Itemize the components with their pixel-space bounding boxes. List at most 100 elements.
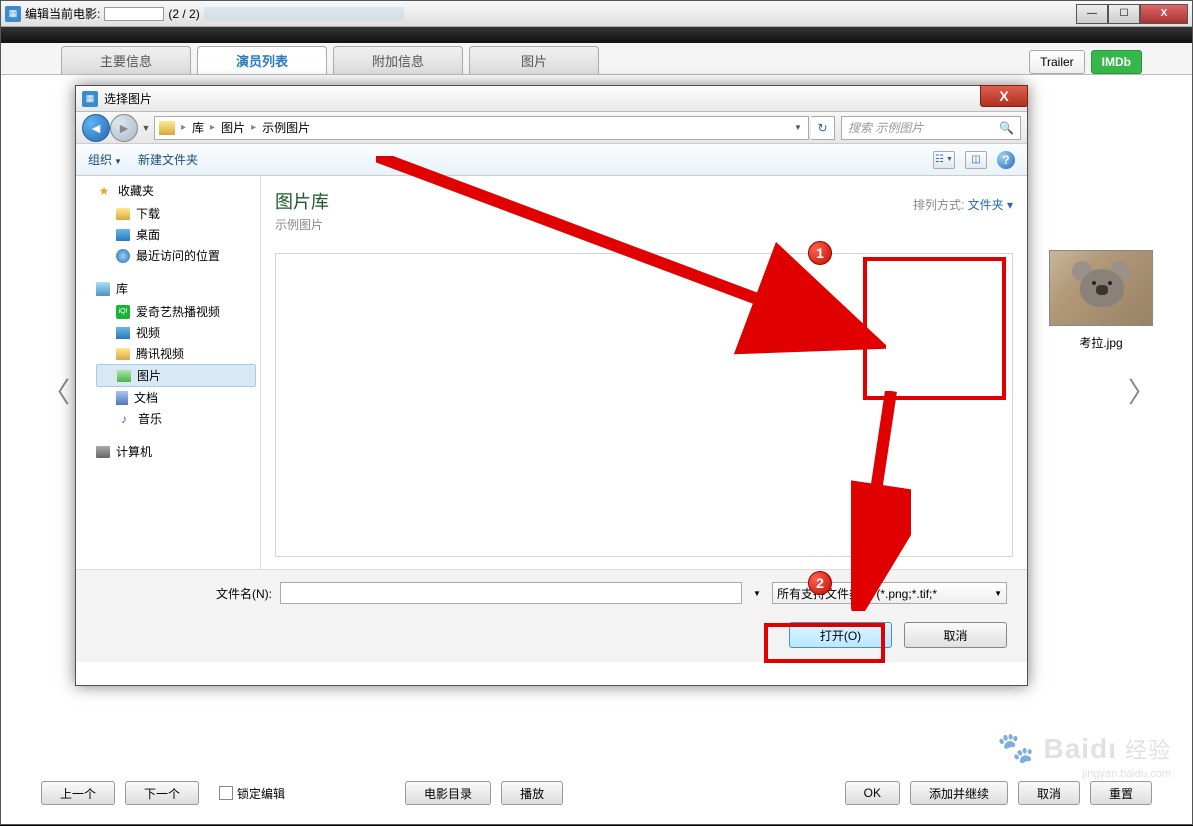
sidebar-recent[interactable]: 最近访问的位置 [96,245,256,266]
breadcrumb-sep: ▸ [181,122,186,133]
watermark: 🐾 Baidı 经验 jingyan.baidu.com [997,731,1171,766]
lock-edit-checkbox[interactable] [219,786,233,800]
maximize-button[interactable]: ☐ [1108,4,1140,24]
search-icon: 🔍 [999,121,1014,135]
title-blur [204,7,404,21]
new-folder-button[interactable]: 新建文件夹 [138,151,198,168]
dialog-bottom: 文件名(N): ▼ 所有支持文件类型 (*.png;*.tif;*▼ 打开(O)… [76,569,1027,662]
lock-edit-label: 锁定编辑 [237,785,285,802]
dark-strip [1,27,1192,43]
title-blank-field [104,7,164,21]
sidebar: ★收藏夹 下载 桌面 最近访问的位置 库 iQI爱奇艺热播视频 视频 腾讯视频 … [76,176,261,569]
imdb-button[interactable]: IMDb [1091,50,1142,74]
sidebar-downloads[interactable]: 下载 [96,203,256,224]
play-button[interactable]: 播放 [501,781,563,805]
tab-actor-list[interactable]: 演员列表 [197,46,327,74]
sidebar-favorites[interactable]: ★收藏夹 [96,182,256,199]
sidebar-tencent[interactable]: 腾讯视频 [96,343,256,364]
next-button[interactable]: 下一个 [125,781,199,805]
sidebar-iqiyi[interactable]: iQI爱奇艺热播视频 [96,301,256,322]
filename-input[interactable] [280,582,742,604]
filename-label: 文件名(N): [216,585,272,602]
open-button[interactable]: 打开(O) [789,622,892,648]
window-controls: — ☐ X [1076,4,1188,24]
movie-dir-button[interactable]: 电影目录 [405,781,491,805]
sidebar-music[interactable]: ♪音乐 [96,408,256,429]
dialog-close-button[interactable]: X [980,85,1028,107]
folder-icon [159,121,175,135]
dialog-body: ★收藏夹 下载 桌面 最近访问的位置 库 iQI爱奇艺热播视频 视频 腾讯视频 … [76,176,1027,569]
nav-row: ◄ ► ▼ ▸ 库 ▸ 图片 ▸ 示例图片 ▼ ↻ 搜索 示例图片 🔍 [76,112,1027,144]
sort-row: 排列方式: 文件夹 ▾ [913,196,1013,213]
search-input[interactable]: 搜索 示例图片 🔍 [841,116,1021,140]
cancel-button[interactable]: 取消 [1018,781,1080,805]
nav-arrows: ◄ ► [82,114,138,142]
action-row: 打开(O) 取消 [216,622,1007,648]
bottom-bar: 上一个 下一个 锁定编辑 电影目录 播放 OK 添加并继续 取消 重置 [41,780,1152,806]
toolbar: 组织▼ 新建文件夹 ☷ ▼ ◫ ? [76,144,1027,176]
breadcrumb-sample[interactable]: 示例图片 [262,119,310,136]
sidebar-pictures[interactable]: 图片 [96,364,256,387]
window-title-prefix: 编辑当前电影: [25,5,100,22]
breadcrumb-sep: ▸ [251,122,256,133]
nav-forward-button[interactable]: ► [110,114,138,142]
ok-button[interactable]: OK [845,781,900,805]
address-dropdown[interactable]: ▼ [792,123,804,132]
sort-label: 排列方式: [913,198,964,212]
file-dialog: ▦ 选择图片 X ◄ ► ▼ ▸ 库 ▸ 图片 ▸ 示例图片 ▼ ↻ 搜索 示例… [75,85,1028,686]
sort-dropdown[interactable]: 文件夹 ▾ [968,198,1013,212]
preview-pane-button[interactable]: ◫ [965,151,987,169]
dialog-icon: ▦ [82,91,98,107]
watermark-exp: 经验 [1125,733,1171,765]
breadcrumb-lib[interactable]: 库 [192,119,204,136]
toolbar-right: ☷ ▼ ◫ ? [933,151,1015,169]
lock-edit-group: 锁定编辑 [219,785,285,802]
file-viewer[interactable]: 考拉.jpg [275,253,1013,557]
close-button[interactable]: X [1140,4,1188,24]
file-thumbnail [1049,250,1153,326]
trailer-button[interactable]: Trailer [1029,50,1085,74]
main-panel: 图片库 示例图片 排列方式: 文件夹 ▾ 考拉.jpg [261,176,1027,569]
library-subtitle: 示例图片 [275,216,1013,233]
outer-titlebar: ▦ 编辑当前电影: (2 / 2) — ☐ X [1,1,1192,27]
help-button[interactable]: ? [997,151,1015,169]
breadcrumb-pics[interactable]: 图片 [221,119,245,136]
annotation-badge-2: 2 [808,571,832,595]
sidebar-computer[interactable]: 计算机 [96,443,256,460]
file-name-label: 考拉.jpg [1036,334,1166,351]
refresh-button[interactable]: ↻ [811,116,835,140]
nav-prev-caret[interactable]: 〈 [41,361,71,421]
window-title-counter: (2 / 2) [168,7,199,21]
dialog-title: 选择图片 [104,90,152,107]
sidebar-desktop[interactable]: 桌面 [96,224,256,245]
paw-icon: 🐾 [997,731,1035,766]
dialog-cancel-button[interactable]: 取消 [904,622,1007,648]
nav-history-dropdown[interactable]: ▼ [140,123,152,133]
tab-extra-info[interactable]: 附加信息 [333,46,463,74]
sidebar-documents[interactable]: 文档 [96,387,256,408]
address-bar[interactable]: ▸ 库 ▸ 图片 ▸ 示例图片 ▼ [154,116,809,140]
filename-row: 文件名(N): ▼ 所有支持文件类型 (*.png;*.tif;*▼ [216,582,1007,604]
library-title: 图片库 [275,188,1013,214]
annotation-badge-1: 1 [808,241,832,265]
add-continue-button[interactable]: 添加并继续 [910,781,1008,805]
app-icon: ▦ [5,6,21,22]
watermark-url: jingyan.baidu.com [1082,768,1171,780]
view-mode-button[interactable]: ☷ ▼ [933,151,955,169]
tab-bar: 主要信息 演员列表 附加信息 图片 Trailer IMDb [1,43,1192,75]
tab-main-info[interactable]: 主要信息 [61,46,191,74]
organize-menu[interactable]: 组织▼ [88,151,122,168]
breadcrumb-sep: ▸ [210,122,215,133]
sidebar-libraries[interactable]: 库 [96,280,256,297]
prev-button[interactable]: 上一个 [41,781,115,805]
reset-button[interactable]: 重置 [1090,781,1152,805]
nav-next-caret[interactable]: 〉 [1127,361,1157,421]
minimize-button[interactable]: — [1076,4,1108,24]
sidebar-video[interactable]: 视频 [96,322,256,343]
search-placeholder: 搜索 示例图片 [848,119,923,136]
filename-dropdown[interactable]: ▼ [750,589,764,598]
nav-back-button[interactable]: ◄ [82,114,110,142]
tab-pictures[interactable]: 图片 [469,46,599,74]
file-item-koala[interactable]: 考拉.jpg [1036,240,1166,351]
watermark-brand: Baidı [1044,733,1117,765]
